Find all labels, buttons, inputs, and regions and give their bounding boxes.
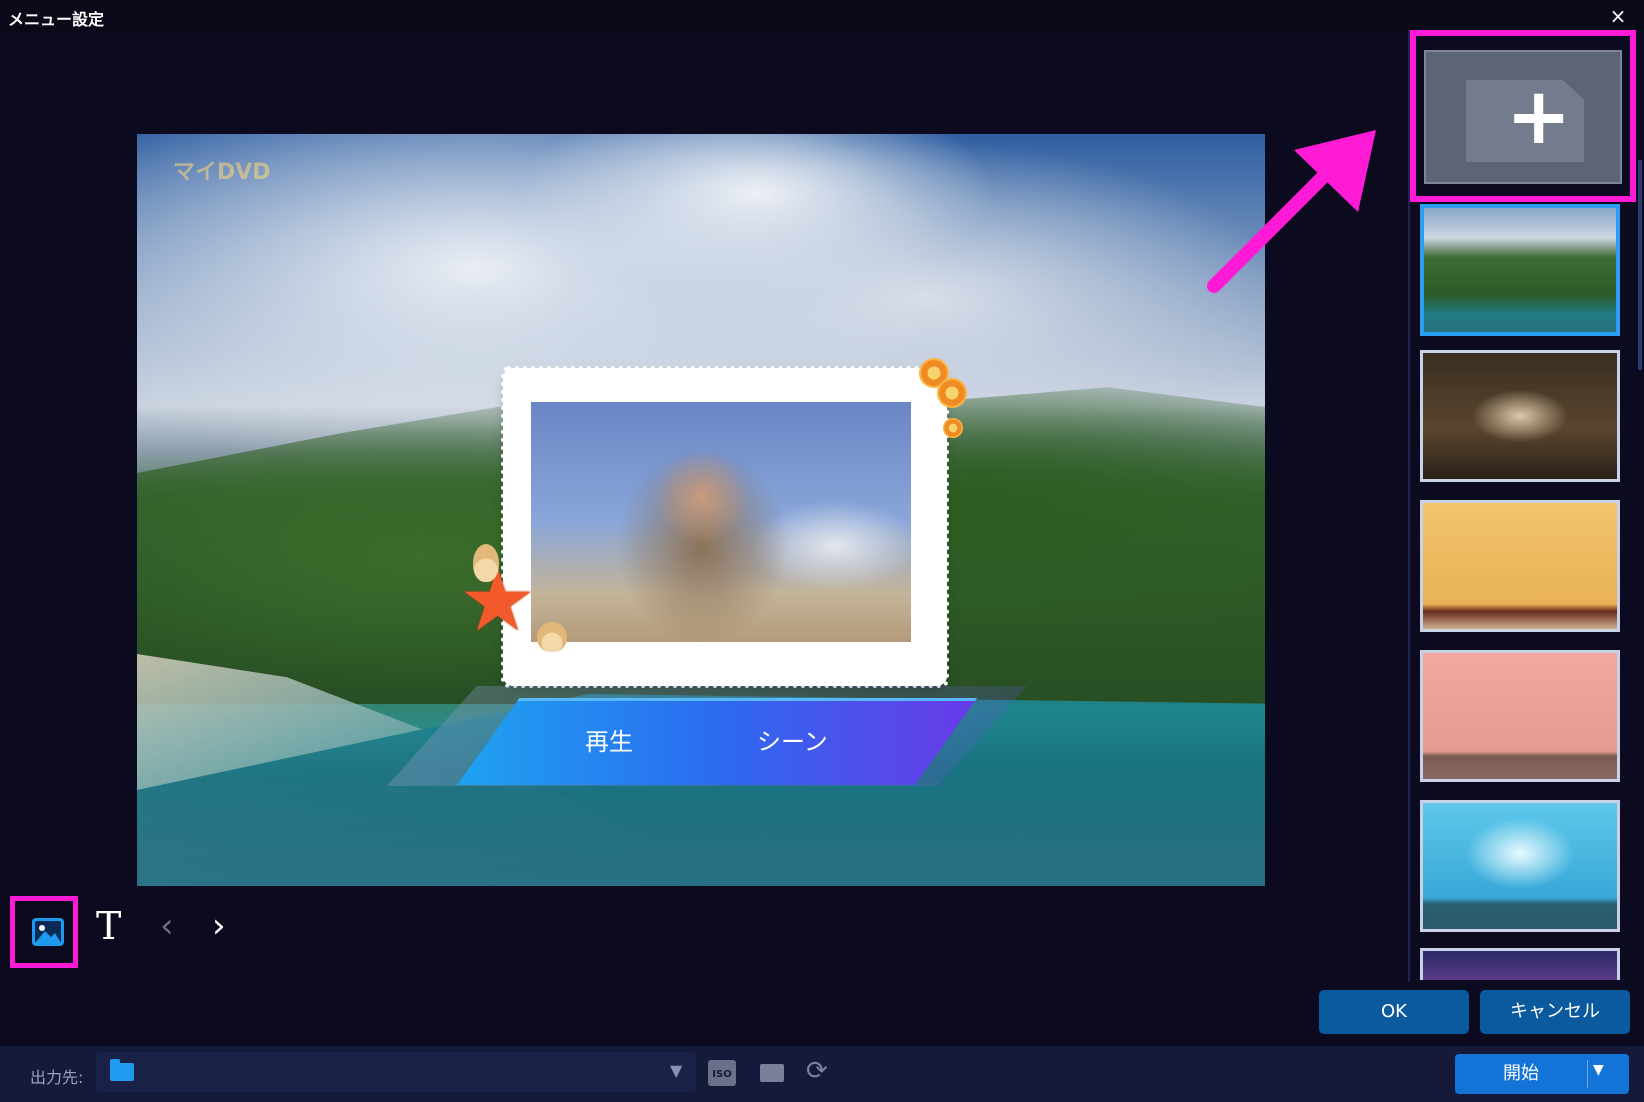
background-thumbnail[interactable] xyxy=(1420,800,1620,932)
output-destination-select[interactable]: ▼ xyxy=(96,1052,696,1092)
sidebar-scrollbar[interactable] xyxy=(1638,160,1642,370)
thumbnail-photo xyxy=(531,402,911,642)
flower-decoration xyxy=(943,418,963,438)
iso-icon[interactable]: ISO xyxy=(708,1060,736,1086)
shell-decoration xyxy=(473,544,499,582)
photo-frame[interactable] xyxy=(501,366,949,688)
menu-bar xyxy=(457,698,977,785)
scene-menu-button[interactable]: シーン xyxy=(757,722,828,757)
background-thumbnail[interactable] xyxy=(1420,204,1620,336)
chevron-left-icon[interactable]: ‹ xyxy=(160,906,174,946)
chevron-down-icon: ▼ xyxy=(670,1061,683,1080)
disc-title-text[interactable]: マイDVD xyxy=(173,154,271,186)
divider xyxy=(1587,1060,1588,1088)
start-label: 開始 xyxy=(1503,1063,1539,1084)
background-thumbnail[interactable] xyxy=(1420,500,1620,632)
start-button[interactable]: 開始 ▼ xyxy=(1455,1054,1629,1094)
window-title: メニュー設定 xyxy=(8,10,105,29)
pointer-arrow-icon xyxy=(1207,130,1376,293)
menu-preview[interactable]: マイDVD ★ 再生 シーン xyxy=(137,134,1265,886)
text-tool[interactable]: T xyxy=(96,904,121,948)
chevron-right-icon[interactable]: › xyxy=(212,906,226,946)
add-background-tile: + xyxy=(1424,50,1622,184)
folder-icon xyxy=(110,1059,134,1081)
image-icon xyxy=(32,918,64,946)
background-thumbnail[interactable] xyxy=(1420,350,1620,482)
close-icon[interactable]: × xyxy=(1606,4,1630,28)
flower-decoration xyxy=(937,378,967,408)
play-menu-button[interactable]: 再生 xyxy=(585,722,633,757)
shell-decoration xyxy=(537,622,567,652)
background-thumbnail[interactable] xyxy=(1420,650,1620,782)
open-folder-icon[interactable] xyxy=(760,1064,784,1082)
cancel-button[interactable]: キャンセル xyxy=(1480,990,1630,1034)
refresh-icon[interactable]: ⟳ xyxy=(806,1056,828,1086)
add-background-button[interactable]: + xyxy=(1410,30,1636,202)
plus-icon: + xyxy=(1506,72,1572,162)
output-label: 出力先: xyxy=(30,1068,84,1087)
title-bar: メニュー設定 × xyxy=(0,0,1644,34)
start-dropdown-icon[interactable]: ▼ xyxy=(1593,1062,1604,1078)
ok-button[interactable]: OK xyxy=(1319,990,1469,1034)
background-thumbnail[interactable] xyxy=(1420,948,1620,980)
background-image-tool[interactable] xyxy=(10,896,78,968)
